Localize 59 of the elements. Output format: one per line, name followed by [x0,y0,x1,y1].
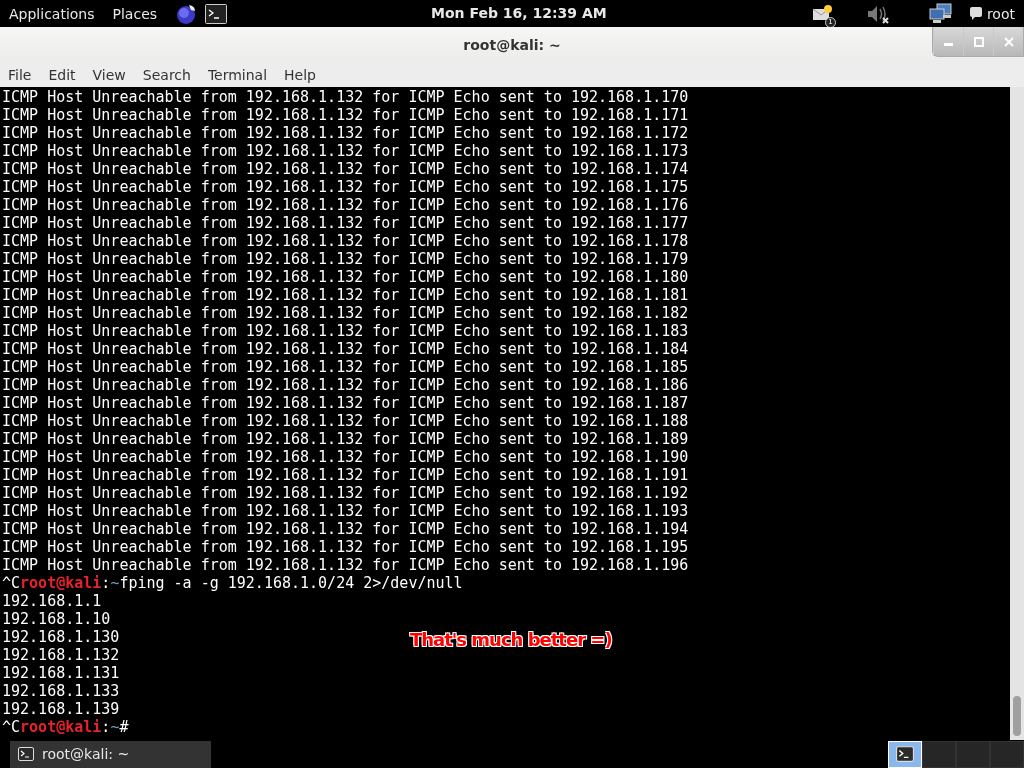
terminal-line: ICMP Host Unreachable from 192.168.1.132 for ICMP Echo sent to 192.168.1.173 [2,142,689,160]
menu-item[interactable]: Edit [48,66,76,83]
scrollbar-thumb[interactable] [1013,696,1021,736]
terminal-icon [896,746,914,762]
terminal-line: 192.168.1.133 [2,682,120,700]
terminal-line: ICMP Host Unreachable from 192.168.1.132 for ICMP Echo sent to 192.168.1.189 [2,430,689,448]
terminal-line: ICMP Host Unreachable from 192.168.1.132 for ICMP Echo sent to 192.168.1.174 [2,160,689,178]
terminal-line: ICMP Host Unreachable from 192.168.1.132 for ICMP Echo sent to 192.168.1.171 [2,106,689,124]
menu-item[interactable]: File [8,66,32,83]
terminal-line: ICMP Host Unreachable from 192.168.1.132 for ICMP Echo sent to 192.168.1.172 [2,124,689,142]
window-title: root@kali: ~ [463,36,561,53]
terminal-line: ICMP Host Unreachable from 192.168.1.132 for ICMP Echo sent to 192.168.1.192 [2,484,689,502]
terminal-line: ICMP Host Unreachable from 192.168.1.132 for ICMP Echo sent to 192.168.1.175 [2,178,689,196]
terminal-line: ICMP Host Unreachable from 192.168.1.132 for ICMP Echo sent to 192.168.1.180 [2,268,689,286]
terminal-line: 192.168.1.130 [2,628,120,646]
panel-menu[interactable]: Applications [9,5,95,22]
terminal-line: ICMP Host Unreachable from 192.168.1.132 for ICMP Echo sent to 192.168.1.196 [2,556,689,574]
terminal-line: ICMP Host Unreachable from 192.168.1.132 for ICMP Echo sent to 192.168.1.185 [2,358,689,376]
terminal-line: ICMP Host Unreachable from 192.168.1.132 for ICMP Echo sent to 192.168.1.191 [2,466,689,484]
terminal-line: ICMP Host Unreachable from 192.168.1.132 for ICMP Echo sent to 192.168.1.176 [2,196,689,214]
menu-item[interactable]: View [92,66,126,83]
maximize-icon [973,36,984,47]
user-menu[interactable]: root [986,5,1015,22]
terminal-line: ICMP Host Unreachable from 192.168.1.132 for ICMP Echo sent to 192.168.1.194 [2,520,689,538]
terminal-line: 192.168.1.132 [2,646,120,664]
terminal-line: 192.168.1.139 [2,700,120,718]
terminal-line: ICMP Host Unreachable from 192.168.1.132 for ICMP Echo sent to 192.168.1.182 [2,304,689,322]
menu-item[interactable]: Search [142,66,191,83]
terminal-line: ICMP Host Unreachable from 192.168.1.132 for ICMP Echo sent to 192.168.1.193 [2,502,689,520]
terminal-line: 192.168.1.1 [2,592,102,610]
terminal-icon [18,747,34,761]
menu-item[interactable]: Help [284,66,316,83]
terminal-line: ICMP Host Unreachable from 192.168.1.132 for ICMP Echo sent to 192.168.1.181 [2,286,689,304]
terminal-launcher-icon[interactable] [205,3,228,24]
menu-item[interactable]: Terminal [207,66,268,83]
terminal-line: ICMP Host Unreachable from 192.168.1.132 for ICMP Echo sent to 192.168.1.195 [2,538,689,556]
globe-icon[interactable] [175,2,198,25]
terminal-line: ICMP Host Unreachable from 192.168.1.132 for ICMP Echo sent to 192.168.1.183 [2,322,689,340]
terminal-line: 192.168.1.10 [2,610,111,628]
terminal-line: ICMP Host Unreachable from 192.168.1.132 for ICMP Echo sent to 192.168.1.177 [2,214,689,232]
terminal-line: 192.168.1.131 [2,664,120,682]
taskbar-window-button[interactable]: root@kali: ~ [10,740,211,768]
prompt-line: ^Croot@kali:~# [2,718,129,736]
prompt-line: ^Croot@kali:~fping -a -g 192.168.1.0/24 2>/dev/null [2,574,463,592]
terminal-line: ICMP Host Unreachable from 192.168.1.132 for ICMP Echo sent to 192.168.1.187 [2,394,689,412]
terminal-line: ICMP Host Unreachable from 192.168.1.132 for ICMP Echo sent to 192.168.1.190 [2,448,689,466]
terminal-line: ICMP Host Unreachable from 192.168.1.132 for ICMP Echo sent to 192.168.1.178 [2,232,689,250]
clock[interactable]: Mon Feb 16, 12:39 AM [431,5,607,21]
terminal-line: ICMP Host Unreachable from 192.168.1.132 for ICMP Echo sent to 192.168.1.188 [2,412,689,430]
scrollbar[interactable] [1010,87,1024,740]
terminal-line: ICMP Host Unreachable from 192.168.1.132 for ICMP Echo sent to 192.168.1.170 [2,88,689,106]
terminal-line: ICMP Host Unreachable from 192.168.1.132 for ICMP Echo sent to 192.168.1.179 [2,250,689,268]
terminal-line: ICMP Host Unreachable from 192.168.1.132 for ICMP Echo sent to 192.168.1.184 [2,340,689,358]
terminal-line: ICMP Host Unreachable from 192.168.1.132 for ICMP Echo sent to 192.168.1.186 [2,376,689,394]
network-icon[interactable] [928,2,953,25]
close-icon [1003,36,1014,47]
panel-menu[interactable]: Places [112,5,158,22]
chat-bubble-icon[interactable] [968,6,983,21]
annotation: That's much better =) [410,629,612,650]
